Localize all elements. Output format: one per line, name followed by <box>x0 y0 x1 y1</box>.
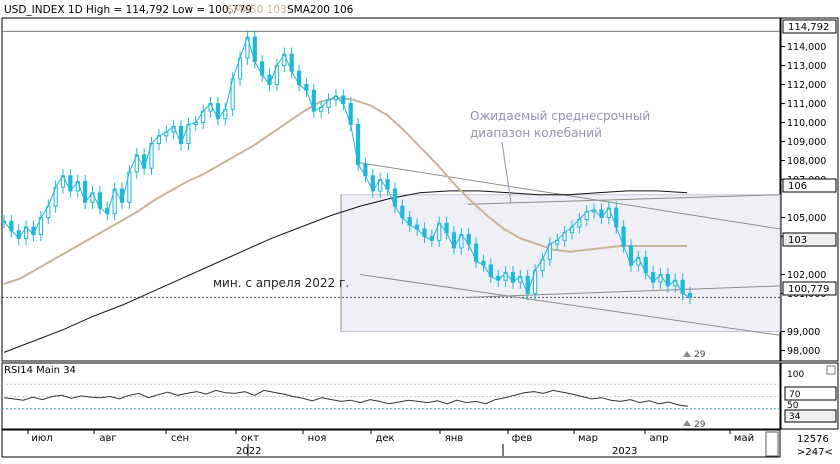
range-annotation-line1: Ожидаемый среднесрочный <box>470 109 650 123</box>
rsi-badge-70-text: 70 <box>789 390 801 400</box>
rsi-label: RSI14 Main 34 <box>4 365 76 376</box>
bar-count: 12576 <box>797 434 829 445</box>
rsi-tick-100: 100 <box>787 370 804 380</box>
year-label-2022: 2022 <box>236 446 261 457</box>
price-tick-label: 114,000 <box>787 42 826 53</box>
price-tick-label: 102,000 <box>787 270 826 281</box>
scroll-handle[interactable] <box>765 431 779 457</box>
month-label: янв <box>445 433 464 444</box>
price-tick-label: 105,000 <box>787 213 826 224</box>
min-annotation: мин. с апреля 2022 г. <box>213 276 349 290</box>
nav-indicator[interactable]: >247< <box>797 447 833 458</box>
rsi-marker-text: 29 <box>694 420 706 430</box>
month-label: май <box>734 433 754 444</box>
price-tick-label: 110,000 <box>787 118 826 129</box>
month-label: авг <box>99 433 116 444</box>
month-label: мар <box>578 433 598 444</box>
rsi-badge-70: 70 <box>784 386 837 401</box>
last-price-badge: 100,779 <box>782 281 837 296</box>
month-label: сен <box>171 433 189 444</box>
sma200-badge: 106 <box>782 178 837 193</box>
last-price-badge-text: 100,779 <box>788 284 829 295</box>
range-annotation-line2: диапазон колебаний <box>470 126 602 140</box>
high-badge-text: 114,792 <box>788 22 829 33</box>
month-label: дек <box>375 433 394 444</box>
chart-window: USD_INDEX 1D High = 114,792 Low = 100,77… <box>0 0 840 460</box>
price-tick-label: 112,000 <box>787 80 826 91</box>
month-label: июл <box>31 433 52 444</box>
price-tick-label: 109,000 <box>787 137 826 148</box>
price-tick-label: 113,000 <box>787 61 826 72</box>
rsi-pane-button[interactable] <box>826 365 836 375</box>
price-tick-label: 111,000 <box>787 99 826 110</box>
rsi-badge-34-text: 34 <box>789 412 801 422</box>
month-label: ноя <box>308 433 327 444</box>
year-label-2023: 2023 <box>612 446 637 457</box>
chart-header-symbol: USD_INDEX 1D High = 114,792 Low = 100,77… <box>4 4 252 16</box>
price-tick-label: 99,000 <box>787 327 820 338</box>
month-label: апр <box>649 433 668 444</box>
expected-range-box <box>340 194 781 333</box>
chart-canvas[interactable]: USD_INDEX 1D High = 114,792 Low = 100,77… <box>0 0 840 460</box>
month-label: окт <box>241 433 259 444</box>
sma50-badge-text: 103 <box>788 235 807 246</box>
volume-marker-text: 29 <box>694 350 706 360</box>
sma50-legend: SMA50 103 <box>227 4 287 16</box>
month-label: фев <box>512 433 533 444</box>
sma50-badge: 103 <box>782 232 837 247</box>
price-tick-label: 108,000 <box>787 156 826 167</box>
rsi-badge-34: 34 <box>784 409 837 423</box>
sma200-legend: SMA200 106 <box>287 4 354 16</box>
sma200-badge-text: 106 <box>788 181 807 192</box>
high-badge: 114,792 <box>782 19 837 34</box>
price-tick-label: 98,000 <box>787 346 820 357</box>
